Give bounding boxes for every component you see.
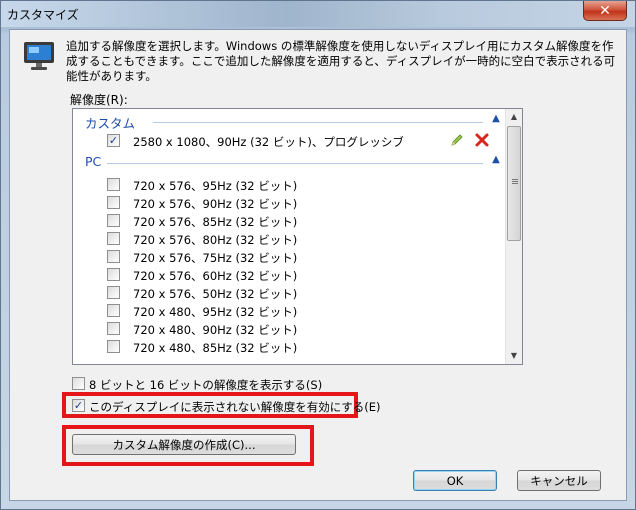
title-bar[interactable]: カスタマイズ ✕ — [1, 1, 635, 27]
checkbox[interactable] — [107, 304, 120, 317]
checkbox[interactable] — [107, 286, 120, 299]
list-item[interactable]: 720 x 576、90Hz (32 ビット) — [73, 194, 505, 212]
resolution-label: 720 x 480、95Hz (32 ビット) — [133, 305, 298, 319]
resolution-label: 720 x 576、80Hz (32 ビット) — [133, 233, 298, 247]
resolution-label: 720 x 576、75Hz (32 ビット) — [133, 251, 298, 265]
cancel-button[interactable]: キャンセル — [517, 470, 601, 491]
checkbox[interactable] — [72, 377, 85, 390]
group-divider — [107, 163, 483, 164]
delete-x-icon[interactable] — [474, 132, 490, 148]
list-item[interactable]: 720 x 480、90Hz (32 ビット) — [73, 320, 505, 338]
resolution-label: 720 x 576、85Hz (32 ビット) — [133, 215, 298, 229]
resolutions-label: 解像度(R): — [70, 93, 128, 107]
checkbox[interactable] — [107, 340, 120, 353]
list-item[interactable]: 720 x 576、60Hz (32 ビット) — [73, 266, 505, 284]
list-item[interactable]: 720 x 576、80Hz (32 ビット) — [73, 230, 505, 248]
create-custom-resolution-button[interactable]: カスタム解像度の作成(C)... — [72, 434, 296, 455]
list-item[interactable]: 720 x 576、85Hz (32 ビット) — [73, 212, 505, 230]
list-item[interactable]: 720 x 576、75Hz (32 ビット) — [73, 248, 505, 266]
resolution-label: 720 x 576、50Hz (32 ビット) — [133, 287, 298, 301]
chevron-up-icon[interactable]: ▲ — [489, 112, 503, 126]
resolution-label: 720 x 480、90Hz (32 ビット) — [133, 323, 298, 337]
option-label: 8 ビットと 16 ビットの解像度を表示する(S) — [89, 378, 323, 392]
checkbox[interactable] — [107, 178, 120, 191]
list-item[interactable]: 720 x 480、85Hz (32 ビット) — [73, 338, 505, 356]
customize-dialog: カスタマイズ ✕ 追加する解像度を選択します。Windows の標準解像度を使用… — [0, 0, 636, 510]
resolution-label: 720 x 576、90Hz (32 ビット) — [133, 197, 298, 211]
option-label: このディスプレイに表示されない解像度を有効にする(E) — [89, 400, 381, 414]
scroll-up-arrow-icon[interactable]: ▲ — [506, 109, 522, 125]
list-item[interactable]: 720 x 576、95Hz (32 ビット) — [73, 176, 505, 194]
monitor-icon — [24, 42, 54, 70]
ok-button[interactable]: OK — [413, 470, 497, 491]
checkbox[interactable] — [107, 196, 120, 209]
group-title-custom: カスタム — [85, 116, 136, 131]
grip-icon — [512, 179, 518, 180]
group-header-custom[interactable]: カスタム ▲ — [73, 112, 505, 132]
pencil-icon[interactable] — [449, 132, 465, 148]
scrollbar-thumb[interactable] — [507, 126, 521, 241]
scroll-down-arrow-icon[interactable]: ▼ — [506, 348, 522, 364]
resolution-label: 720 x 576、95Hz (32 ビット) — [133, 179, 298, 193]
list-item[interactable]: 720 x 480、95Hz (32 ビット) — [73, 302, 505, 320]
group-title-pc: PC — [85, 154, 102, 169]
resolution-label: 720 x 576、60Hz (32 ビット) — [133, 269, 298, 283]
checkbox[interactable] — [107, 250, 120, 263]
chevron-up-icon[interactable]: ▲ — [489, 153, 503, 167]
group-divider — [153, 122, 483, 123]
window-title: カスタマイズ — [7, 8, 79, 22]
resolution-label: 2580 x 1080、90Hz (32 ビット)、プログレッシブ — [133, 135, 404, 149]
checkbox[interactable] — [107, 232, 120, 245]
resolution-label: 720 x 480、85Hz (32 ビット) — [133, 341, 298, 355]
description-text: 追加する解像度を選択します。Windows の標準解像度を使用しないディスプレイ… — [66, 39, 616, 83]
list-item[interactable]: ✓ 2580 x 1080、90Hz (32 ビット)、プログレッシブ — [73, 132, 505, 150]
close-button[interactable]: ✕ — [583, 1, 627, 21]
checkbox[interactable] — [107, 322, 120, 335]
checkbox-checked[interactable]: ✓ — [107, 134, 120, 147]
checkbox[interactable] — [107, 214, 120, 227]
checkbox[interactable] — [107, 268, 120, 281]
checkbox-checked[interactable]: ✓ — [72, 399, 85, 412]
group-header-pc[interactable]: PC ▲ — [73, 153, 505, 173]
dialog-client-area: 追加する解像度を選択します。Windows の標準解像度を使用しないディスプレイ… — [9, 29, 627, 501]
vertical-scrollbar[interactable]: ▲ ▼ — [505, 109, 522, 364]
resolution-list[interactable]: カスタム ▲ ✓ 2580 x 1080、90Hz (32 ビット)、プログレッ… — [72, 108, 523, 365]
list-item[interactable]: 720 x 576、50Hz (32 ビット) — [73, 284, 505, 302]
